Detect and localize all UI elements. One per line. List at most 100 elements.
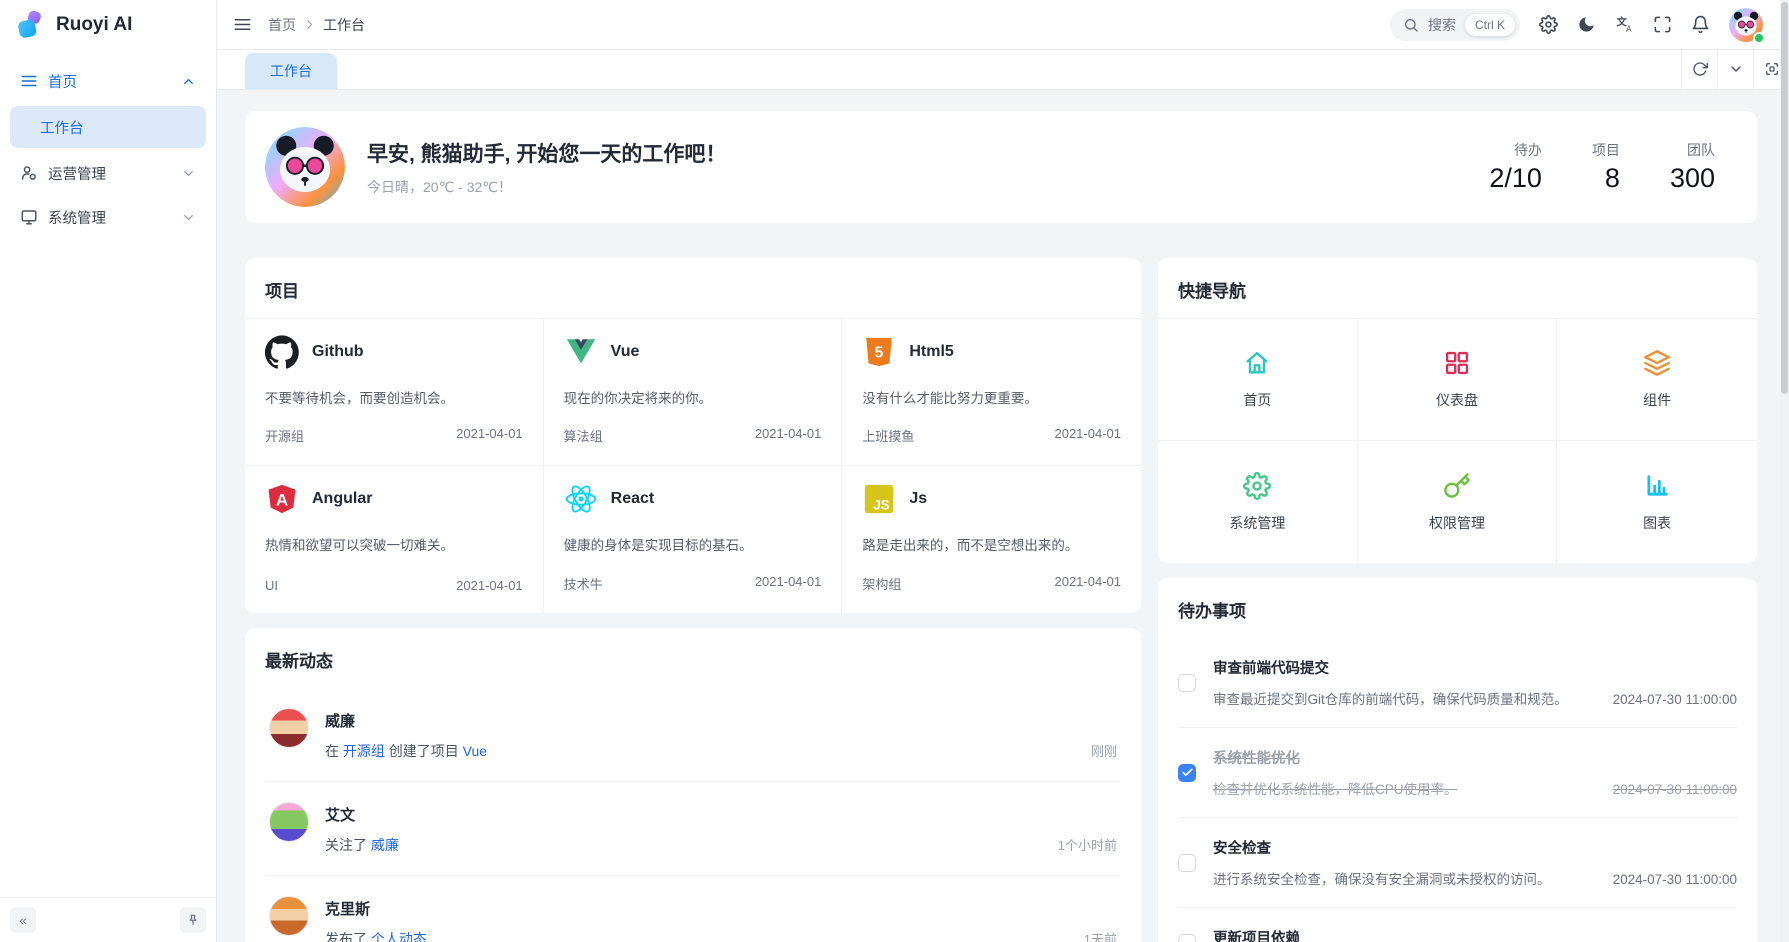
activity-action-text: 发布了 个人动态 xyxy=(325,929,427,942)
stat-value: 2/10 xyxy=(1489,163,1542,194)
project-item[interactable]: Github 不要等待机会，而要创造机会。 开源组 2021-04-01 xyxy=(245,319,544,466)
todo-item-description: 审查最近提交到Git仓库的前端代码，确保代码质量和规范。 xyxy=(1213,688,1568,708)
window-scrollbar[interactable] xyxy=(1780,0,1789,942)
project-item[interactable]: JS Js 路是走出来的，而不是空想出来的。 架构组 2021-04-01 xyxy=(842,466,1141,613)
bell-icon xyxy=(1691,15,1710,34)
stat-value: 300 xyxy=(1670,163,1715,194)
quicknav-item[interactable]: 组件 xyxy=(1557,319,1757,441)
user-avatar xyxy=(269,802,309,842)
quicknav-item[interactable]: 权限管理 xyxy=(1358,441,1558,563)
angular-icon: A xyxy=(265,482,299,516)
sidebar-menu-item[interactable]: 首页 xyxy=(10,62,206,100)
activity-user-name: 威廉 xyxy=(325,710,1117,731)
stat-label: 项目 xyxy=(1592,140,1620,160)
hamburger-menu-button[interactable] xyxy=(233,15,252,34)
menu-icon xyxy=(20,72,38,90)
todo-card: 待办事项 审查前端代码提交 审查最近提交到Git仓库的前端代码，确保代码质量和规… xyxy=(1158,578,1757,942)
quicknav-item[interactable]: 仪表盘 xyxy=(1358,319,1558,441)
activity-link[interactable]: 开源组 xyxy=(343,743,385,759)
breadcrumb-home[interactable]: 首页 xyxy=(268,15,296,35)
todo-checkbox[interactable] xyxy=(1178,764,1196,782)
todo-checkbox[interactable] xyxy=(1178,854,1196,872)
sidebar: Ruoyi AI 首页 工作台 运营管理 系统管理 « xyxy=(0,0,217,942)
project-name: Github xyxy=(312,343,364,361)
project-group: 技术牛 xyxy=(564,574,603,593)
quicknav-label: 首页 xyxy=(1243,390,1271,410)
main-area: 首页 工作台 搜索 Ctrl K 文A xyxy=(217,0,1789,942)
sidebar-submenu-item[interactable]: 工作台 xyxy=(10,106,206,148)
refresh-icon xyxy=(1692,61,1708,77)
quicknav-label: 组件 xyxy=(1643,390,1671,410)
scrollbar-thumb[interactable] xyxy=(1781,2,1788,394)
project-date: 2021-04-01 xyxy=(1054,426,1121,445)
welcome-texts: 早安, 熊猫助手, 开始您一天的工作吧！ 今日晴，20℃ - 32℃！ xyxy=(367,138,726,197)
svg-text:5: 5 xyxy=(875,345,884,362)
dark-mode-toggle[interactable] xyxy=(1577,15,1596,34)
quicknav-grid: 首页 仪表盘 组件 系统管理 权限管理 图表 xyxy=(1158,319,1757,563)
stat: 待办 2/10 xyxy=(1489,140,1542,194)
activity-link[interactable]: 威廉 xyxy=(371,837,399,853)
quicknav-card: 快捷导航 首页 仪表盘 组件 系统管理 权限管理 图表 xyxy=(1158,258,1757,563)
todo-item: 系统性能优化 检查并优化系统性能，降低CPU使用率。 2024-07-30 11… xyxy=(1178,728,1737,818)
project-item[interactable]: Vue 现在的你决定将来的你。 算法组 2021-04-01 xyxy=(544,319,843,466)
activity-user-name: 克里斯 xyxy=(325,898,1117,919)
todo-checkbox[interactable] xyxy=(1178,934,1196,942)
activity-link[interactable]: Vue xyxy=(463,743,487,759)
welcome-stats: 待办 2/10 项目 8 团队 300 xyxy=(1489,140,1715,194)
projects-title: 项目 xyxy=(245,258,1141,319)
activity-time: 1天前 xyxy=(1084,929,1117,942)
stat-value: 8 xyxy=(1592,163,1620,194)
user-avatar xyxy=(269,896,309,936)
search-input[interactable]: 搜索 Ctrl K xyxy=(1390,9,1520,41)
project-date: 2021-04-01 xyxy=(755,574,822,593)
todo-list: 审查前端代码提交 审查最近提交到Git仓库的前端代码，确保代码质量和规范。 20… xyxy=(1158,638,1757,942)
project-item[interactable]: 5 Html5 没有什么才能比努力更重要。 上班摸鱼 2021-04-01 xyxy=(842,319,1141,466)
todo-title: 待办事项 xyxy=(1158,578,1757,638)
svg-text:A: A xyxy=(1626,25,1632,34)
activity-title: 最新动态 xyxy=(245,628,1141,688)
quicknav-title: 快捷导航 xyxy=(1158,258,1757,319)
pin-icon xyxy=(186,913,200,927)
activity-item: 威廉 在 开源组 创建了项目 Vue 刚刚 xyxy=(265,688,1121,782)
project-item[interactable]: A Angular 热情和欲望可以突破一切难关。 UI 2021-04-01 xyxy=(245,466,544,613)
stat-label: 团队 xyxy=(1670,140,1715,160)
project-name: Angular xyxy=(312,490,372,508)
chevron-right-icon xyxy=(303,18,316,31)
project-description: 热情和欲望可以突破一切难关。 xyxy=(265,534,523,554)
sidebar-menu-item[interactable]: 系统管理 xyxy=(10,198,206,236)
tab-menu-button[interactable] xyxy=(1717,49,1753,89)
greeting-text: 早安, 熊猫助手, 开始您一天的工作吧！ xyxy=(367,138,726,168)
fullscreen-button[interactable] xyxy=(1653,15,1672,34)
vue-icon xyxy=(564,335,598,369)
sidebar-pin-button[interactable] xyxy=(180,907,206,933)
quicknav-item[interactable]: 系统管理 xyxy=(1158,441,1358,563)
github-icon xyxy=(265,335,299,369)
todo-checkbox[interactable] xyxy=(1178,674,1196,692)
monitor-icon xyxy=(20,208,38,226)
page-content: 早安, 熊猫助手, 开始您一天的工作吧！ 今日晴，20℃ - 32℃！ 待办 2… xyxy=(217,90,1789,942)
todo-item-description: 检查并优化系统性能，降低CPU使用率。 xyxy=(1213,778,1458,798)
tab-workbench[interactable]: 工作台 xyxy=(245,53,337,89)
activity-link[interactable]: 个人动态 xyxy=(371,931,427,942)
todo-item: 安全检查 进行系统安全检查，确保没有安全漏洞或未授权的访问。 2024-07-3… xyxy=(1178,818,1737,908)
translate-icon: 文A xyxy=(1615,15,1634,34)
sidebar-menu-item[interactable]: 运营管理 xyxy=(10,154,206,192)
sidebar-footer: « xyxy=(0,897,216,942)
project-date: 2021-04-01 xyxy=(456,426,523,445)
welcome-card: 早安, 熊猫助手, 开始您一天的工作吧！ 今日晴，20℃ - 32℃！ 待办 2… xyxy=(245,111,1757,223)
quicknav-item[interactable]: 首页 xyxy=(1158,319,1358,441)
todo-item-title: 系统性能优化 xyxy=(1213,747,1737,768)
sidebar-collapse-button[interactable]: « xyxy=(10,907,36,933)
quicknav-item[interactable]: 图表 xyxy=(1557,441,1757,563)
language-switch-button[interactable]: 文A xyxy=(1615,15,1634,34)
stat: 项目 8 xyxy=(1592,140,1620,194)
app-logo[interactable]: Ruoyi AI xyxy=(0,0,216,50)
settings-button[interactable] xyxy=(1539,15,1558,34)
project-group: UI xyxy=(265,578,278,593)
user-avatar-button[interactable] xyxy=(1729,8,1763,42)
project-item[interactable]: React 健康的身体是实现目标的基石。 技术牛 2021-04-01 xyxy=(544,466,843,613)
notifications-button[interactable] xyxy=(1691,15,1710,34)
tab-bar-actions xyxy=(1681,49,1789,89)
project-description: 健康的身体是实现目标的基石。 xyxy=(564,534,822,554)
refresh-page-button[interactable] xyxy=(1681,49,1717,89)
